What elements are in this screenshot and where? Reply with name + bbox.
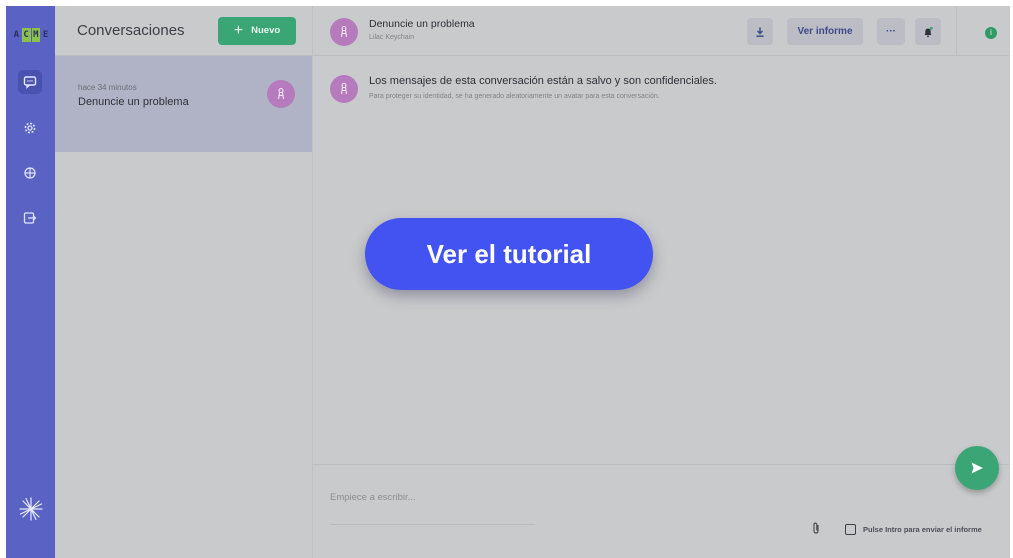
- logo-letter: C: [21, 28, 31, 42]
- rail-conversations-button[interactable]: [18, 70, 42, 94]
- avatar: [267, 80, 295, 108]
- conversation-list-item[interactable]: hace 34 minutos Denuncie un problema: [55, 56, 312, 152]
- more-options-label: ···: [886, 26, 896, 37]
- send-button[interactable]: [955, 446, 999, 490]
- app-logo: A C M E: [12, 28, 50, 42]
- conversation-name: Denuncie un problema: [78, 96, 189, 108]
- rail-globe-button[interactable]: [18, 161, 42, 185]
- globe-icon: [24, 167, 36, 179]
- download-icon: [756, 27, 764, 37]
- avatar: [330, 18, 358, 46]
- enter-to-send-checkbox[interactable]: [845, 524, 856, 535]
- enter-to-send-label: Pulse Intro para enviar el informe: [863, 525, 982, 534]
- avatar: [330, 75, 358, 103]
- logo-letter: M: [31, 28, 41, 42]
- chat-title: Denuncie un problema: [369, 18, 475, 30]
- bell-icon: [924, 26, 933, 37]
- settings-icon: [24, 122, 36, 134]
- header-divider: [956, 6, 957, 56]
- view-report-button[interactable]: Ver informe: [787, 18, 863, 45]
- new-conversation-label: Nuevo: [251, 25, 281, 36]
- keychain-avatar-icon: [340, 82, 348, 95]
- conversation-list-title: Conversaciones: [77, 22, 185, 39]
- paperclip-icon[interactable]: [810, 521, 822, 535]
- logo-letter: E: [42, 30, 49, 40]
- chat-header: Denuncie un problema Lilac Keychain Ver …: [313, 6, 1010, 56]
- new-conversation-button[interactable]: + Nuevo: [218, 16, 296, 45]
- conversation-time: hace 34 minutos: [78, 83, 137, 92]
- left-rail: A C M E: [6, 6, 55, 558]
- send-icon: [971, 462, 983, 474]
- view-report-label: Ver informe: [797, 26, 853, 37]
- chat-subtitle: Lilac Keychain: [369, 34, 415, 41]
- logout-icon: [23, 212, 37, 224]
- view-tutorial-button[interactable]: Ver el tutorial: [365, 218, 653, 290]
- keychain-avatar-icon: [340, 25, 348, 38]
- rail-logout-button[interactable]: [18, 206, 42, 230]
- compose-input[interactable]: Empiece a escribir...: [330, 492, 416, 503]
- rail-settings-button[interactable]: [18, 116, 42, 140]
- spark-logo-icon: [19, 497, 43, 521]
- compose-area: Empiece a escribir... Pulse Intro para e…: [313, 464, 1010, 558]
- keychain-avatar-icon: [277, 87, 285, 100]
- download-button[interactable]: [747, 18, 773, 45]
- chat-icon: [23, 76, 37, 89]
- plus-icon: +: [233, 21, 244, 39]
- info-button[interactable]: i: [985, 27, 997, 39]
- message-body: Para proteger su identidad, se ha genera…: [369, 93, 660, 100]
- message-title: Los mensajes de esta conversación están …: [369, 75, 717, 87]
- conversation-list-header: Conversaciones + Nuevo: [55, 6, 312, 56]
- logo-letter: A: [13, 30, 20, 40]
- notifications-button[interactable]: [915, 18, 941, 45]
- conversation-list-panel: Conversaciones + Nuevo hace 34 minutos D…: [55, 6, 313, 558]
- compose-underline: [330, 524, 535, 525]
- more-options-button[interactable]: ···: [877, 18, 905, 45]
